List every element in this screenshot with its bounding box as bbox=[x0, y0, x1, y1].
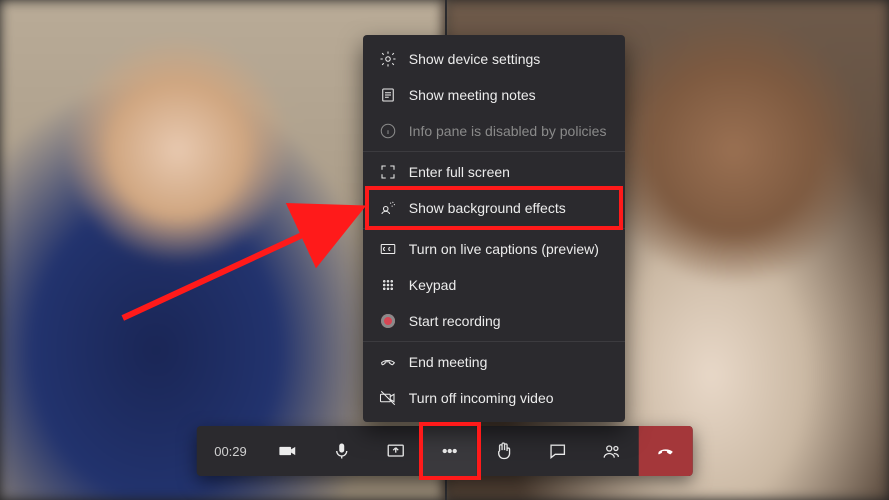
hangup-icon bbox=[656, 441, 676, 461]
info-icon bbox=[379, 122, 397, 140]
notes-icon bbox=[379, 86, 397, 104]
menu-separator bbox=[363, 341, 625, 342]
end-call-icon bbox=[379, 353, 397, 371]
hang-up-button[interactable] bbox=[639, 426, 693, 476]
menu-item-label: Show device settings bbox=[409, 51, 541, 67]
people-icon bbox=[602, 441, 622, 461]
menu-item-label: Keypad bbox=[409, 277, 456, 293]
share-icon bbox=[386, 441, 406, 461]
more-actions-button[interactable] bbox=[423, 426, 477, 476]
mic-toggle-button[interactable] bbox=[315, 426, 369, 476]
menu-item-label: Show background effects bbox=[409, 200, 566, 216]
camera-toggle-button[interactable] bbox=[261, 426, 315, 476]
background-effects-icon bbox=[379, 199, 397, 217]
share-screen-button[interactable] bbox=[369, 426, 423, 476]
call-timer: 00:29 bbox=[196, 426, 261, 476]
menu-item-label: Start recording bbox=[409, 313, 501, 329]
mic-icon bbox=[332, 441, 352, 461]
raise-hand-button[interactable] bbox=[477, 426, 531, 476]
keypad-icon bbox=[379, 276, 397, 294]
gear-icon bbox=[379, 50, 397, 68]
menu-item-background-effects[interactable]: Show background effects bbox=[363, 190, 625, 226]
menu-item-label: Enter full screen bbox=[409, 164, 510, 180]
menu-item-keypad[interactable]: Keypad bbox=[363, 267, 625, 303]
menu-item-device-settings[interactable]: Show device settings bbox=[363, 41, 625, 77]
menu-item-info-pane-disabled: Info pane is disabled by policies bbox=[363, 113, 625, 149]
menu-item-start-recording[interactable]: Start recording bbox=[363, 303, 625, 339]
more-actions-menu: Show device settings Show meeting notes … bbox=[363, 35, 625, 422]
ellipsis-icon bbox=[440, 441, 460, 461]
menu-item-label: Turn off incoming video bbox=[409, 390, 554, 406]
menu-item-live-captions[interactable]: Turn on live captions (preview) bbox=[363, 231, 625, 267]
chat-icon bbox=[548, 441, 568, 461]
meeting-toolbar: 00:29 bbox=[196, 426, 693, 476]
menu-item-label: End meeting bbox=[409, 354, 488, 370]
record-icon bbox=[379, 312, 397, 330]
video-off-icon bbox=[379, 389, 397, 407]
menu-separator bbox=[363, 151, 625, 152]
participants-button[interactable] bbox=[585, 426, 639, 476]
menu-item-label: Turn on live captions (preview) bbox=[409, 241, 599, 257]
menu-item-meeting-notes[interactable]: Show meeting notes bbox=[363, 77, 625, 113]
menu-item-turn-off-incoming-video[interactable]: Turn off incoming video bbox=[363, 380, 625, 416]
menu-separator bbox=[363, 228, 625, 229]
menu-item-label: Show meeting notes bbox=[409, 87, 536, 103]
chat-button[interactable] bbox=[531, 426, 585, 476]
hand-icon bbox=[494, 441, 514, 461]
cc-icon bbox=[379, 240, 397, 258]
camera-icon bbox=[278, 441, 298, 461]
menu-item-label: Info pane is disabled by policies bbox=[409, 123, 607, 139]
menu-item-full-screen[interactable]: Enter full screen bbox=[363, 154, 625, 190]
fullscreen-icon bbox=[379, 163, 397, 181]
menu-item-end-meeting[interactable]: End meeting bbox=[363, 344, 625, 380]
